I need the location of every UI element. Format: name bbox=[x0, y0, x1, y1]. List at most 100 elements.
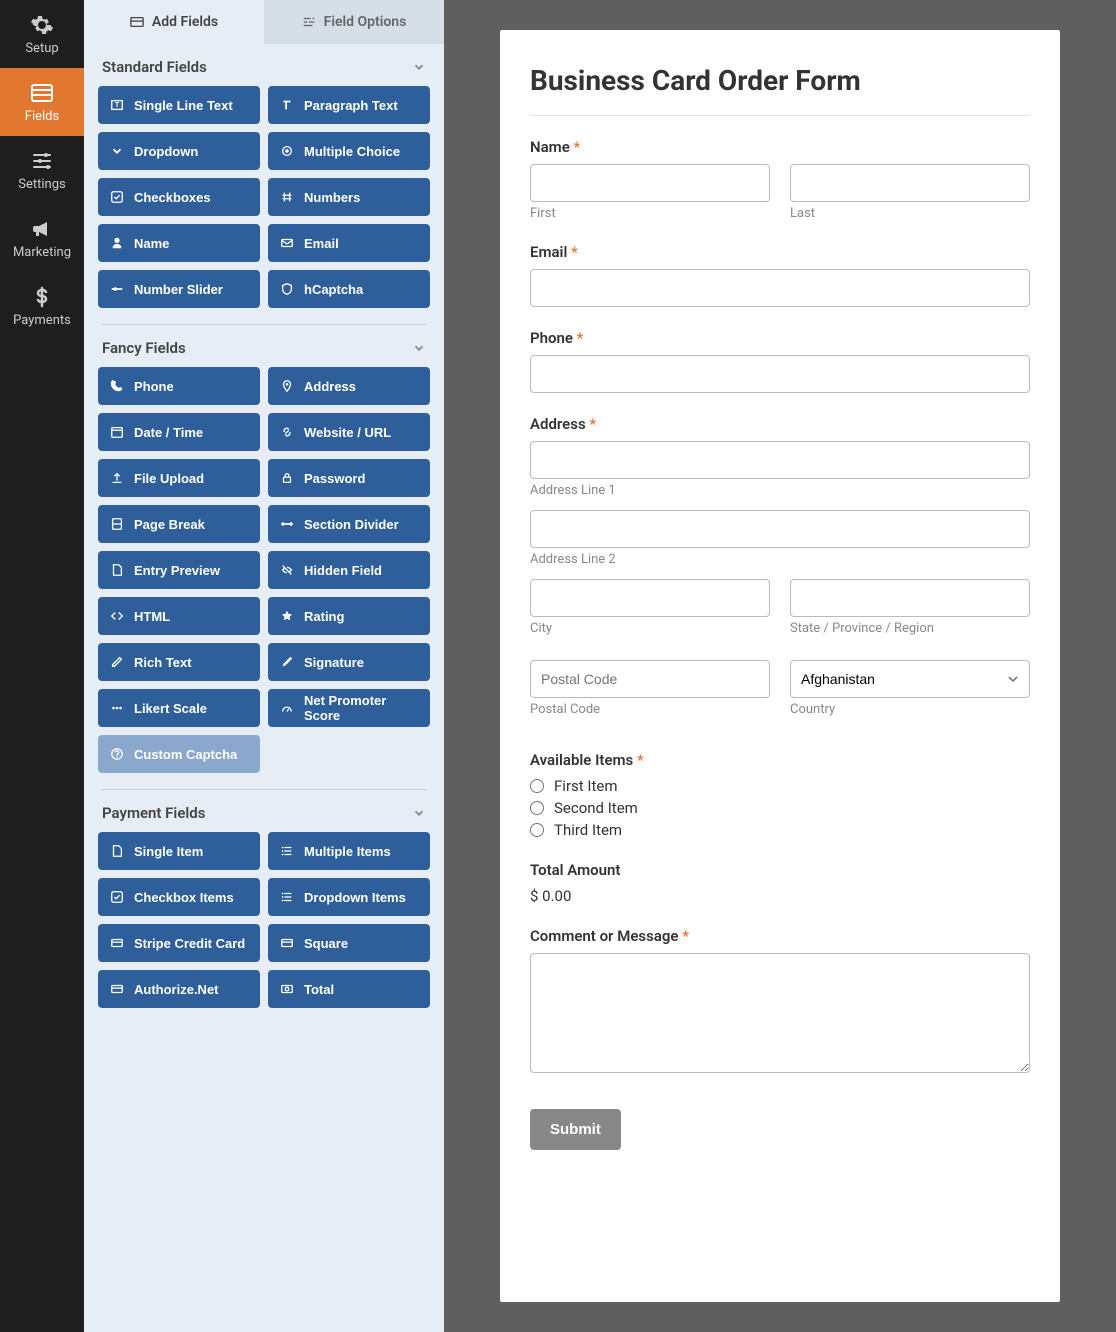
field-total: Total Amount $ 0.00 bbox=[530, 861, 1030, 905]
field-btn-label: Numbers bbox=[304, 190, 360, 205]
field-btn-html[interactable]: HTML bbox=[98, 597, 260, 635]
field-btn-label: Square bbox=[304, 936, 348, 951]
field-btn-label: Website / URL bbox=[304, 425, 391, 440]
field-btn-label: Email bbox=[304, 236, 339, 251]
field-btn-website-url[interactable]: Website / URL bbox=[268, 413, 430, 451]
field-btn-total[interactable]: Total bbox=[268, 970, 430, 1008]
email-label-text: Email bbox=[530, 243, 567, 261]
nav-fields[interactable]: Fields bbox=[0, 68, 84, 136]
field-btn-stripe-credit-card[interactable]: Stripe Credit Card bbox=[98, 924, 260, 962]
field-address: Address * Address Line 1 Address Line 2 … bbox=[530, 415, 1030, 729]
tab-add-fields[interactable]: Add Fields bbox=[84, 0, 264, 44]
field-btn-label: Hidden Field bbox=[304, 563, 382, 578]
field-btn-label: File Upload bbox=[134, 471, 204, 486]
chevron-down-icon bbox=[110, 144, 124, 158]
field-btn-checkboxes[interactable]: Checkboxes bbox=[98, 178, 260, 216]
field-btn-single-line-text[interactable]: TSingle Line Text bbox=[98, 86, 260, 124]
field-btn-rich-text[interactable]: Rich Text bbox=[98, 643, 260, 681]
field-btn-numbers[interactable]: Numbers bbox=[268, 178, 430, 216]
required-marker: * bbox=[571, 243, 578, 261]
field-btn-custom-captcha[interactable]: Custom Captcha bbox=[98, 735, 260, 773]
section-payment-header[interactable]: Payment Fields bbox=[98, 790, 430, 832]
form-title: Business Card Order Form bbox=[530, 64, 1030, 116]
preview-area: Business Card Order Form Name * First La… bbox=[444, 0, 1116, 1332]
nav-settings[interactable]: Settings bbox=[0, 136, 84, 204]
field-btn-paragraph-text[interactable]: Paragraph Text bbox=[268, 86, 430, 124]
field-email: Email * bbox=[530, 243, 1030, 307]
last-name-input[interactable] bbox=[790, 164, 1030, 202]
check-icon bbox=[110, 890, 124, 904]
field-btn-label: Password bbox=[304, 471, 365, 486]
nav-marketing[interactable]: Marketing bbox=[0, 204, 84, 272]
item-option-label: Third Item bbox=[554, 821, 622, 839]
field-btn-label: Single Line Text bbox=[134, 98, 233, 113]
section-standard-header[interactable]: Standard Fields bbox=[98, 44, 430, 86]
item-radio[interactable] bbox=[530, 801, 544, 815]
field-btn-single-item[interactable]: Single Item bbox=[98, 832, 260, 870]
nav-payments[interactable]: Payments bbox=[0, 272, 84, 340]
field-btn-multiple-choice[interactable]: Multiple Choice bbox=[268, 132, 430, 170]
item-option[interactable]: First Item bbox=[530, 777, 1030, 795]
required-marker: * bbox=[637, 751, 644, 769]
field-btn-checkbox-items[interactable]: Checkbox Items bbox=[98, 878, 260, 916]
field-btn-label: Authorize.Net bbox=[134, 982, 219, 997]
field-btn-number-slider[interactable]: Number Slider bbox=[98, 270, 260, 308]
field-btn-page-break[interactable]: Page Break bbox=[98, 505, 260, 543]
field-btn-dropdown[interactable]: Dropdown bbox=[98, 132, 260, 170]
field-btn-rating[interactable]: Rating bbox=[268, 597, 430, 635]
item-option[interactable]: Third Item bbox=[530, 821, 1030, 839]
money-icon bbox=[280, 982, 294, 996]
card-icon bbox=[110, 936, 124, 950]
field-btn-file-upload[interactable]: File Upload bbox=[98, 459, 260, 497]
hash-icon bbox=[280, 190, 294, 204]
field-btn-square[interactable]: Square bbox=[268, 924, 430, 962]
section-fancy-header[interactable]: Fancy Fields bbox=[98, 325, 430, 367]
field-btn-section-divider[interactable]: Section Divider bbox=[268, 505, 430, 543]
item-radio[interactable] bbox=[530, 779, 544, 793]
submit-button[interactable]: Submit bbox=[530, 1109, 621, 1150]
field-comment: Comment or Message * bbox=[530, 927, 1030, 1077]
address-line1-input[interactable] bbox=[530, 441, 1030, 479]
field-btn-label: Name bbox=[134, 236, 169, 251]
field-btn-phone[interactable]: Phone bbox=[98, 367, 260, 405]
sliders-icon bbox=[30, 149, 54, 173]
field-btn-hidden-field[interactable]: Hidden Field bbox=[268, 551, 430, 589]
field-btn-multiple-items[interactable]: Multiple Items bbox=[268, 832, 430, 870]
field-btn-hcaptcha[interactable]: hCaptcha bbox=[268, 270, 430, 308]
item-option[interactable]: Second Item bbox=[530, 799, 1030, 817]
phone-input[interactable] bbox=[530, 355, 1030, 393]
user-icon bbox=[110, 236, 124, 250]
lock-icon bbox=[280, 471, 294, 485]
field-btn-label: Checkboxes bbox=[134, 190, 211, 205]
field-btn-net-promoter-score[interactable]: Net Promoter Score bbox=[268, 689, 430, 727]
field-btn-label: HTML bbox=[134, 609, 170, 624]
address-line2-input[interactable] bbox=[530, 510, 1030, 548]
country-select[interactable]: Afghanistan bbox=[790, 660, 1030, 698]
field-btn-label: Multiple Items bbox=[304, 844, 391, 859]
postal-input[interactable] bbox=[530, 660, 770, 698]
field-btn-email[interactable]: Email bbox=[268, 224, 430, 262]
field-btn-password[interactable]: Password bbox=[268, 459, 430, 497]
state-input[interactable] bbox=[790, 579, 1030, 617]
tab-field-options[interactable]: Field Options bbox=[264, 0, 444, 44]
item-radio[interactable] bbox=[530, 823, 544, 837]
card-icon bbox=[110, 982, 124, 996]
field-btn-address[interactable]: Address bbox=[268, 367, 430, 405]
items-label: Available Items * bbox=[530, 751, 1030, 769]
field-btn-label: Likert Scale bbox=[134, 701, 207, 716]
city-input[interactable] bbox=[530, 579, 770, 617]
field-btn-authorize-net[interactable]: Authorize.Net bbox=[98, 970, 260, 1008]
comment-textarea[interactable] bbox=[530, 953, 1030, 1073]
field-btn-entry-preview[interactable]: Entry Preview bbox=[98, 551, 260, 589]
field-btn-signature[interactable]: Signature bbox=[268, 643, 430, 681]
field-btn-date-time[interactable]: Date / Time bbox=[98, 413, 260, 451]
email-input[interactable] bbox=[530, 269, 1030, 307]
required-marker: * bbox=[577, 329, 584, 347]
field-btn-name[interactable]: Name bbox=[98, 224, 260, 262]
email-label: Email * bbox=[530, 243, 1030, 261]
field-btn-dropdown-items[interactable]: Dropdown Items bbox=[268, 878, 430, 916]
nav-setup[interactable]: Setup bbox=[0, 0, 84, 68]
field-btn-label: Number Slider bbox=[134, 282, 223, 297]
first-name-input[interactable] bbox=[530, 164, 770, 202]
field-btn-likert-scale[interactable]: Likert Scale bbox=[98, 689, 260, 727]
